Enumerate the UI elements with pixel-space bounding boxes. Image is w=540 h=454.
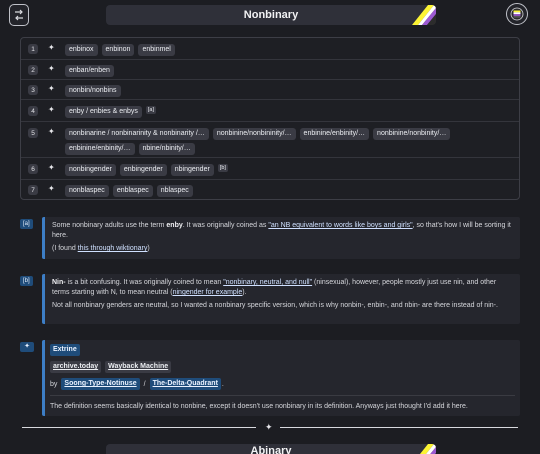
by-label: by: [50, 380, 58, 388]
footnote-body: Nin- is a bit confusing. It was original…: [42, 274, 520, 324]
term-chip: enbinine/enbinity/…: [65, 143, 135, 155]
row-number: 3: [28, 85, 38, 95]
flag-button[interactable]: [506, 3, 528, 25]
footnote-text: Nin- is a bit confusing. It was original…: [52, 278, 513, 298]
term-chip: enbinon: [101, 44, 135, 56]
footnote-badge[interactable]: [a]: [20, 219, 33, 229]
star-icon: ✦: [48, 43, 55, 52]
term-chip: enbingender: [119, 164, 167, 176]
quote-link[interactable]: "an NB equivalent to words like boys and…: [268, 222, 412, 229]
terms-list: 1 ✦ enbinox enbinon enbinmel 2 ✦ enban/e…: [20, 37, 520, 200]
footnote-text: Not all nonbinary genders are neutral, s…: [52, 302, 498, 309]
wiktionary-link[interactable]: this through wiktionary: [78, 245, 148, 252]
pride-flag-stripe: [412, 5, 436, 25]
star-icon: ✦: [48, 64, 55, 73]
term-chip: enblaspec: [112, 185, 153, 197]
list-item: 1 ✦ enbinox enbinon enbinmel: [21, 38, 519, 60]
list-item: 4 ✦ enby / enbies & enbys [a]: [21, 100, 519, 122]
entry-title[interactable]: Extrine: [50, 344, 80, 356]
author-link[interactable]: The-Delta-Quadrant: [149, 378, 221, 390]
footnote-badge[interactable]: [b]: [20, 276, 33, 286]
list-item: 7 ✦ nonblaspec enblaspec nblaspec: [21, 180, 519, 200]
list-item: 2 ✦ enban/enben: [21, 60, 519, 80]
footnote-text: (I found this through wiktionary): [52, 244, 513, 254]
term-chip: nonblaspec: [65, 185, 109, 197]
text-segment: ): [147, 245, 150, 252]
section-divider: ✦: [22, 422, 518, 432]
text-segment: . It was originally coined as: [182, 222, 269, 229]
star-icon: ✦: [48, 84, 55, 93]
term-chip: nblaspec: [156, 185, 193, 197]
next-section-title-bar: Abinary: [106, 444, 436, 454]
term-chip: nonbinine/nonbinity/…: [373, 128, 451, 140]
divider-line: [280, 427, 518, 428]
entry-description: The definition seems basically identical…: [50, 395, 515, 412]
bold-term: Nin-: [52, 279, 66, 286]
star-icon: ✦: [48, 127, 55, 136]
entry-badge[interactable]: ✦: [20, 342, 34, 352]
wayback-link[interactable]: Wayback Machine: [105, 361, 172, 373]
star-icon: ✦: [48, 105, 55, 114]
star-icon: ✦: [48, 163, 55, 172]
next-section-title: Abinary: [250, 445, 292, 454]
footnote-ref-b[interactable]: [b]: [217, 164, 228, 172]
page-title-bar: Nonbinary: [106, 5, 436, 25]
list-item: 3 ✦ nonbin/nonbins: [21, 80, 519, 100]
row-number: 4: [28, 106, 38, 116]
term-chip: enbinmel: [138, 44, 175, 56]
archive-link[interactable]: archive.today: [50, 361, 102, 373]
term-chip: nonbin/nonbins: [65, 85, 121, 97]
divider-star-icon: ✦: [265, 422, 273, 432]
row-number: 7: [28, 185, 38, 195]
author-separator: /: [143, 380, 146, 388]
term-chip: nonbinine/nonbininity/…: [212, 128, 296, 140]
text-segment: ).: [242, 289, 247, 296]
term-chip: enbinine/enbinity/…: [299, 128, 370, 140]
footnote-b: [b] Nin- is a bit confusing. It was orig…: [20, 274, 520, 324]
list-item: 6 ✦ nonbingender enbingender nbingender …: [21, 158, 519, 180]
term-chip: enby / enbies & enbys: [65, 106, 142, 118]
bold-term: enby: [166, 222, 183, 229]
list-icon: [15, 9, 23, 21]
term-chip: nonbinarine / nonbinarinity & nonbinarit…: [65, 128, 209, 140]
author-link[interactable]: Soong-Type-Notinuse: [61, 378, 140, 390]
quote-link[interactable]: "nonbinary, neutral, and null": [223, 279, 312, 286]
text-segment: (I found: [52, 245, 78, 252]
text-segment: is a bit confusing. It was originally co…: [65, 279, 224, 286]
divider-line: [22, 427, 256, 428]
term-chip: nbingender: [170, 164, 214, 176]
ningender-link[interactable]: ningender for example: [173, 289, 243, 296]
row-number: 6: [28, 164, 38, 174]
footnote-text: Some nonbinary adults use the term enby.…: [52, 221, 513, 241]
trailing-period: .: [221, 380, 224, 388]
list-item: 5 ✦ nonbinarine / nonbinarinity & nonbin…: [21, 122, 519, 158]
footnote-ref-a[interactable]: [a]: [145, 106, 157, 114]
term-chip: nonbingender: [65, 164, 116, 176]
footnote-a: [a] Some nonbinary adults use the term e…: [20, 217, 520, 259]
row-number: 2: [28, 65, 38, 75]
term-chip: enban/enben: [65, 65, 114, 77]
menu-button[interactable]: [9, 4, 29, 26]
pride-flag-stripe: [420, 444, 436, 454]
top-bar: Nonbinary: [0, 0, 540, 30]
entry-body: Extrine archive.today Wayback Machine by…: [42, 340, 520, 416]
row-number: 1: [28, 44, 38, 54]
star-icon: ✦: [48, 184, 55, 193]
text-segment: Some nonbinary adults use the term: [52, 222, 167, 229]
pride-flag-icon: [510, 7, 524, 21]
page-title: Nonbinary: [243, 9, 299, 21]
term-chip: enbinox: [65, 44, 98, 56]
row-number: 5: [28, 128, 38, 138]
footnote-body: Some nonbinary adults use the term enby.…: [42, 217, 520, 259]
term-chip: nbine/nbinity/…: [138, 143, 195, 155]
